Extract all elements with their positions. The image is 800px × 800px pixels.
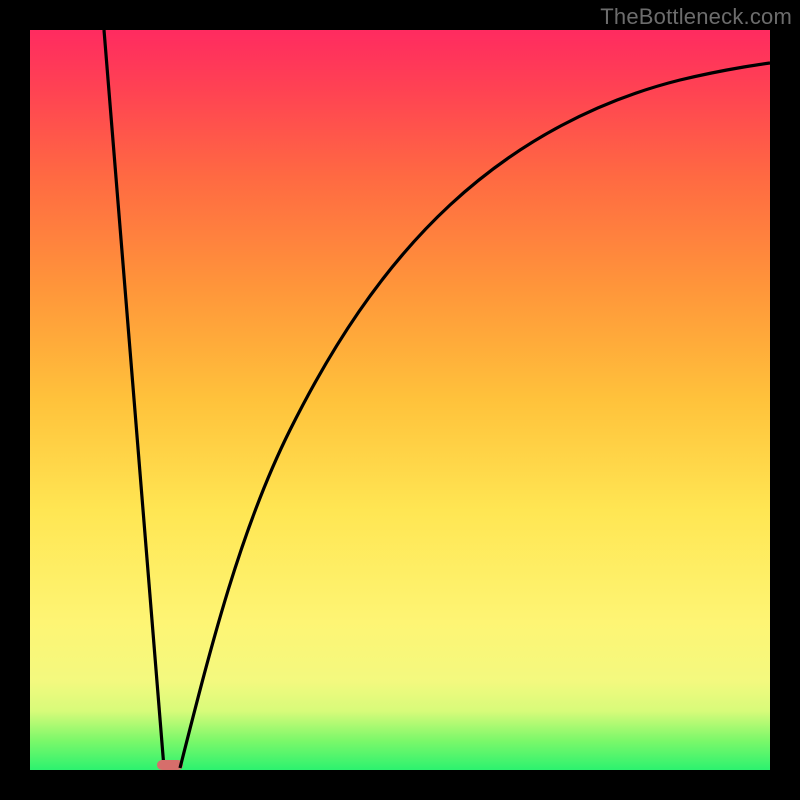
minimum-marker (157, 760, 183, 770)
chart-svg (30, 30, 770, 770)
curve-group (104, 30, 770, 770)
watermark-text: TheBottleneck.com (600, 4, 792, 30)
right-curve-line (180, 63, 770, 768)
chart-frame: TheBottleneck.com (0, 0, 800, 800)
plot-area (30, 30, 770, 770)
left-descent-line (104, 30, 164, 768)
